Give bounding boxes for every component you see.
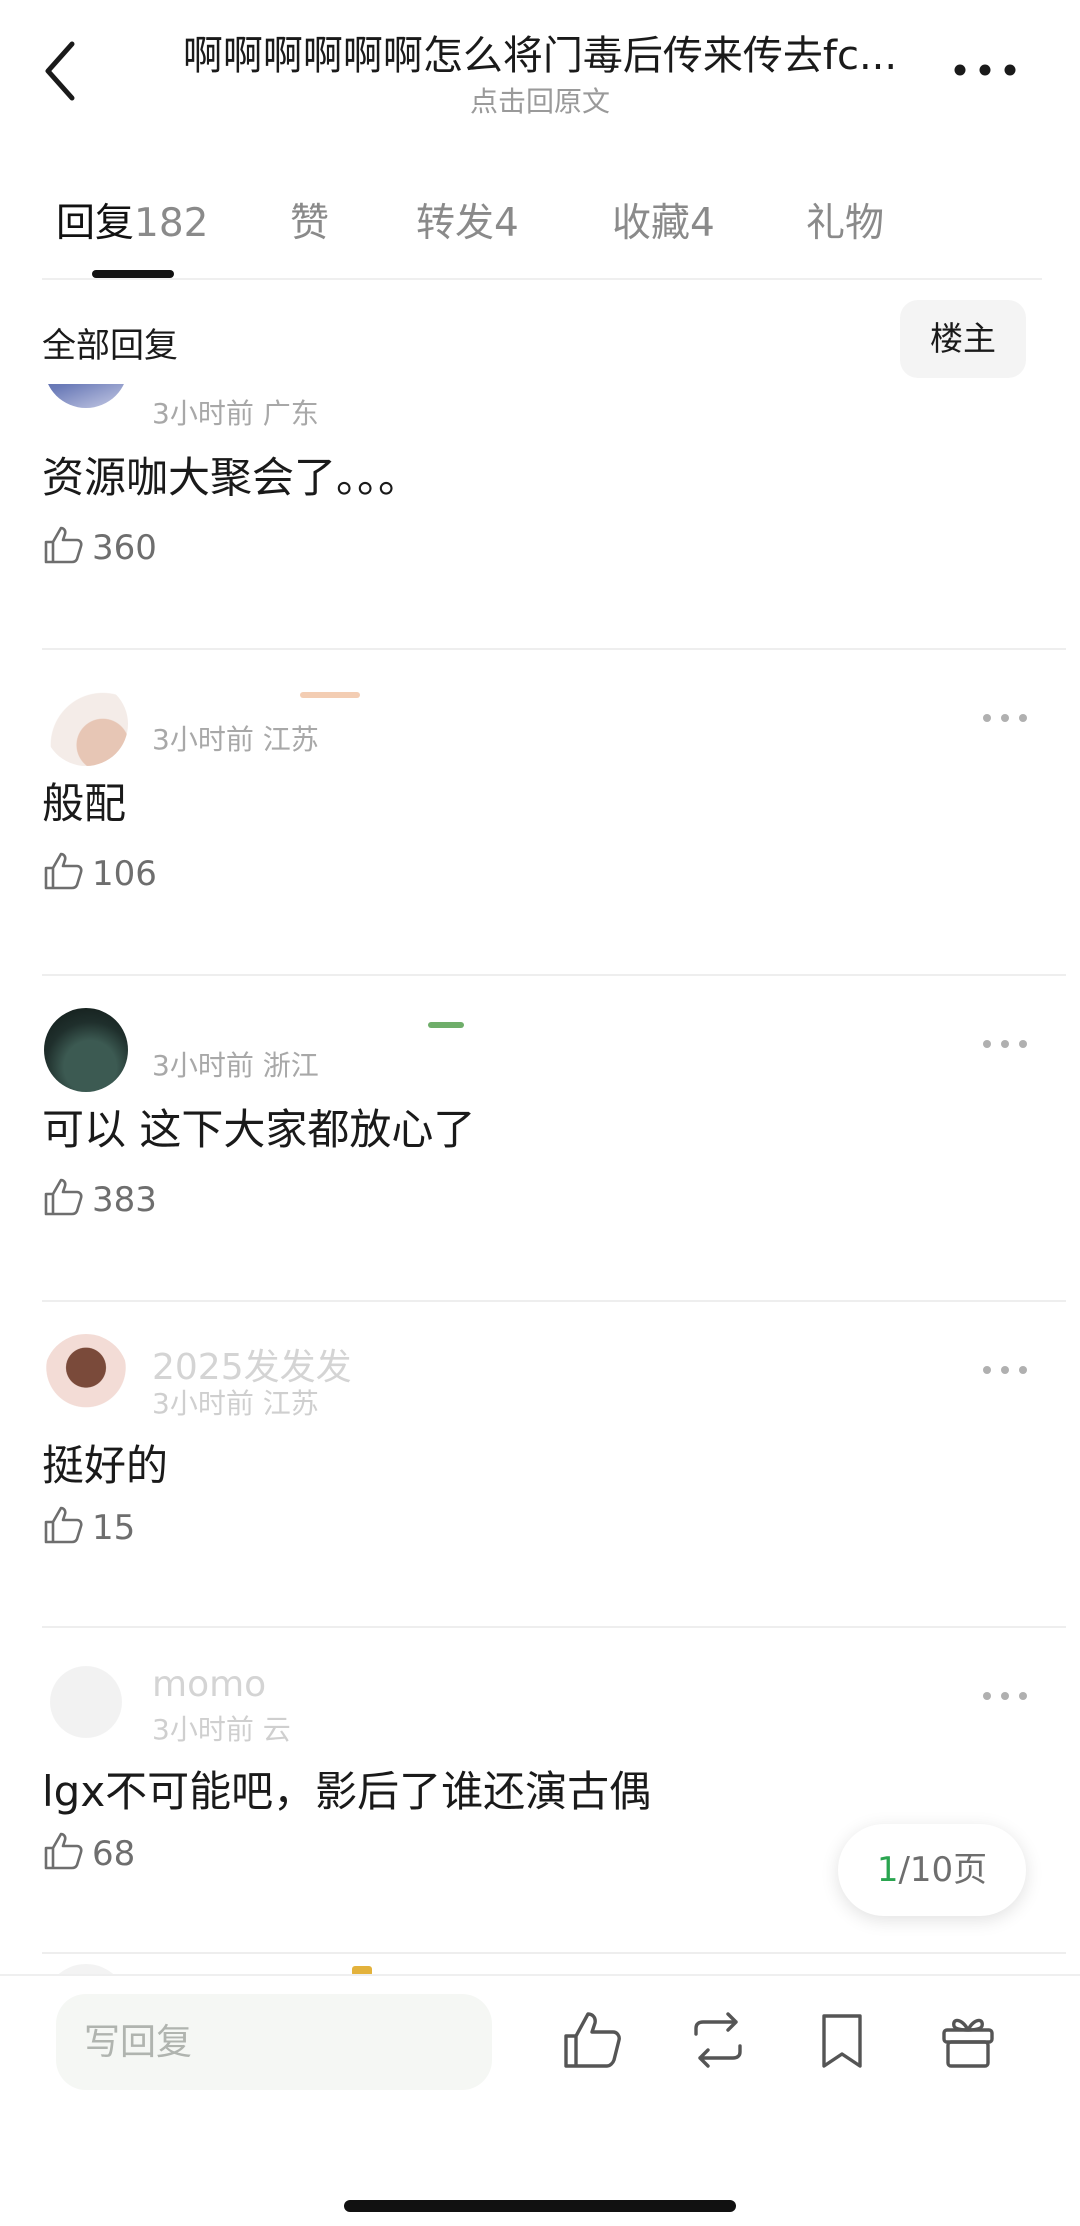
- comment-text: lgx不可能吧，影后了谁还演古偶: [42, 1767, 652, 1816]
- tab-likes[interactable]: 赞: [290, 192, 329, 248]
- owner-only-button[interactable]: 楼主: [900, 300, 1026, 378]
- username-decoration: [300, 692, 360, 698]
- gift-icon[interactable]: [936, 2008, 1000, 2072]
- title-block[interactable]: 啊啊啊啊啊啊怎么将门毒后传来传去fc... 点击回原文: [150, 30, 930, 120]
- top-bar: 啊啊啊啊啊啊怎么将门毒后传来传去fc... 点击回原文: [0, 0, 1080, 150]
- thumbs-up-icon: [44, 1832, 83, 1870]
- tab-label: 回复: [56, 201, 135, 246]
- tab-bar: 回复182 赞 转发4 收藏4 礼物: [42, 180, 1042, 280]
- post-title: 啊啊啊啊啊啊怎么将门毒后传来传去fc...: [182, 33, 898, 79]
- tab-reposts[interactable]: 转发4: [416, 192, 519, 248]
- tab-label: 礼物: [806, 201, 885, 246]
- comment-meta: 3小时前 浙江: [152, 1049, 319, 1082]
- like-count: 15: [92, 1508, 136, 1548]
- comment-item: 2025发发发 3小时前 江苏 挺好的 15: [0, 1302, 1080, 1628]
- comment-item: 3小时前 浙江 可以 这下大家都放心了 383: [0, 976, 1080, 1302]
- more-icon[interactable]: [980, 1360, 1030, 1380]
- tab-count: 182: [134, 201, 209, 246]
- all-replies-label: 全部回复: [42, 326, 178, 366]
- tab-count: 4: [494, 201, 519, 246]
- tab-label: 转发: [416, 201, 495, 246]
- repost-icon[interactable]: [686, 2008, 750, 2072]
- avatar[interactable]: [44, 384, 128, 408]
- bookmark-icon[interactable]: [810, 2008, 874, 2072]
- comment-text: 般配: [42, 779, 127, 828]
- more-icon[interactable]: [980, 708, 1030, 728]
- comment-username[interactable]: momo: [152, 1664, 266, 1705]
- username-decoration: [428, 1022, 464, 1028]
- thumbs-up-icon: [44, 852, 83, 890]
- comment-list: 3小时前 广东 资源咖大聚会了。。。 360 3小时前 江苏 般配 106 3小…: [0, 384, 1080, 1974]
- avatar[interactable]: [44, 1008, 128, 1092]
- total-pages: /10页: [898, 1850, 988, 1890]
- tab-label: 赞: [290, 201, 330, 246]
- home-indicator: [344, 2200, 736, 2212]
- comment-meta: 3小时前 江苏: [152, 723, 319, 756]
- comment-meta: 3小时前 广东: [152, 397, 319, 430]
- like-count: 68: [92, 1834, 136, 1874]
- avatar[interactable]: [44, 682, 128, 766]
- avatar[interactable]: [44, 1334, 128, 1418]
- thumbs-up-icon[interactable]: [560, 2008, 624, 2072]
- reply-input[interactable]: [56, 1994, 492, 2090]
- like-count: 360: [92, 528, 157, 568]
- bottom-action-bar: [0, 1974, 1080, 2226]
- more-icon[interactable]: [980, 1034, 1030, 1054]
- comment-item: 3小时前 江苏 般配 106: [0, 650, 1080, 976]
- more-icon[interactable]: [950, 50, 1020, 90]
- comment-meta: 3小时前 江苏: [152, 1387, 319, 1420]
- comment-text: 挺好的: [42, 1441, 169, 1490]
- back-arrow-icon[interactable]: [38, 36, 88, 106]
- comment-item: [0, 1954, 1080, 1974]
- active-tab-indicator: [92, 270, 174, 278]
- like-count: 383: [92, 1180, 157, 1220]
- comment-text: 可以 这下大家都放心了: [42, 1105, 476, 1154]
- comment-item: 3小时前 广东 资源咖大聚会了。。。 360: [0, 384, 1080, 650]
- avatar[interactable]: [44, 1964, 128, 1974]
- tab-count: 4: [690, 201, 715, 246]
- more-icon[interactable]: [980, 1686, 1030, 1706]
- comment-text: 资源咖大聚会了。。。: [42, 453, 421, 502]
- tab-replies[interactable]: 回复182: [56, 192, 208, 248]
- avatar[interactable]: [44, 1660, 128, 1744]
- like-count: 106: [92, 854, 157, 894]
- tab-gifts[interactable]: 礼物: [806, 192, 884, 248]
- username-decoration: [352, 1966, 372, 1974]
- current-page: 1: [876, 1850, 899, 1890]
- comment-meta: 3小时前 云: [152, 1713, 291, 1746]
- page-indicator[interactable]: 1/10页: [838, 1824, 1026, 1916]
- thumbs-up-icon: [44, 526, 83, 564]
- tab-favorites[interactable]: 收藏4: [612, 192, 715, 248]
- thumbs-up-icon: [44, 1178, 83, 1216]
- back-to-original-link[interactable]: 点击回原文: [150, 84, 930, 120]
- tab-label: 收藏: [612, 201, 691, 246]
- reply-filter-row: 全部回复 楼主: [0, 300, 1080, 384]
- thumbs-up-icon: [44, 1506, 83, 1544]
